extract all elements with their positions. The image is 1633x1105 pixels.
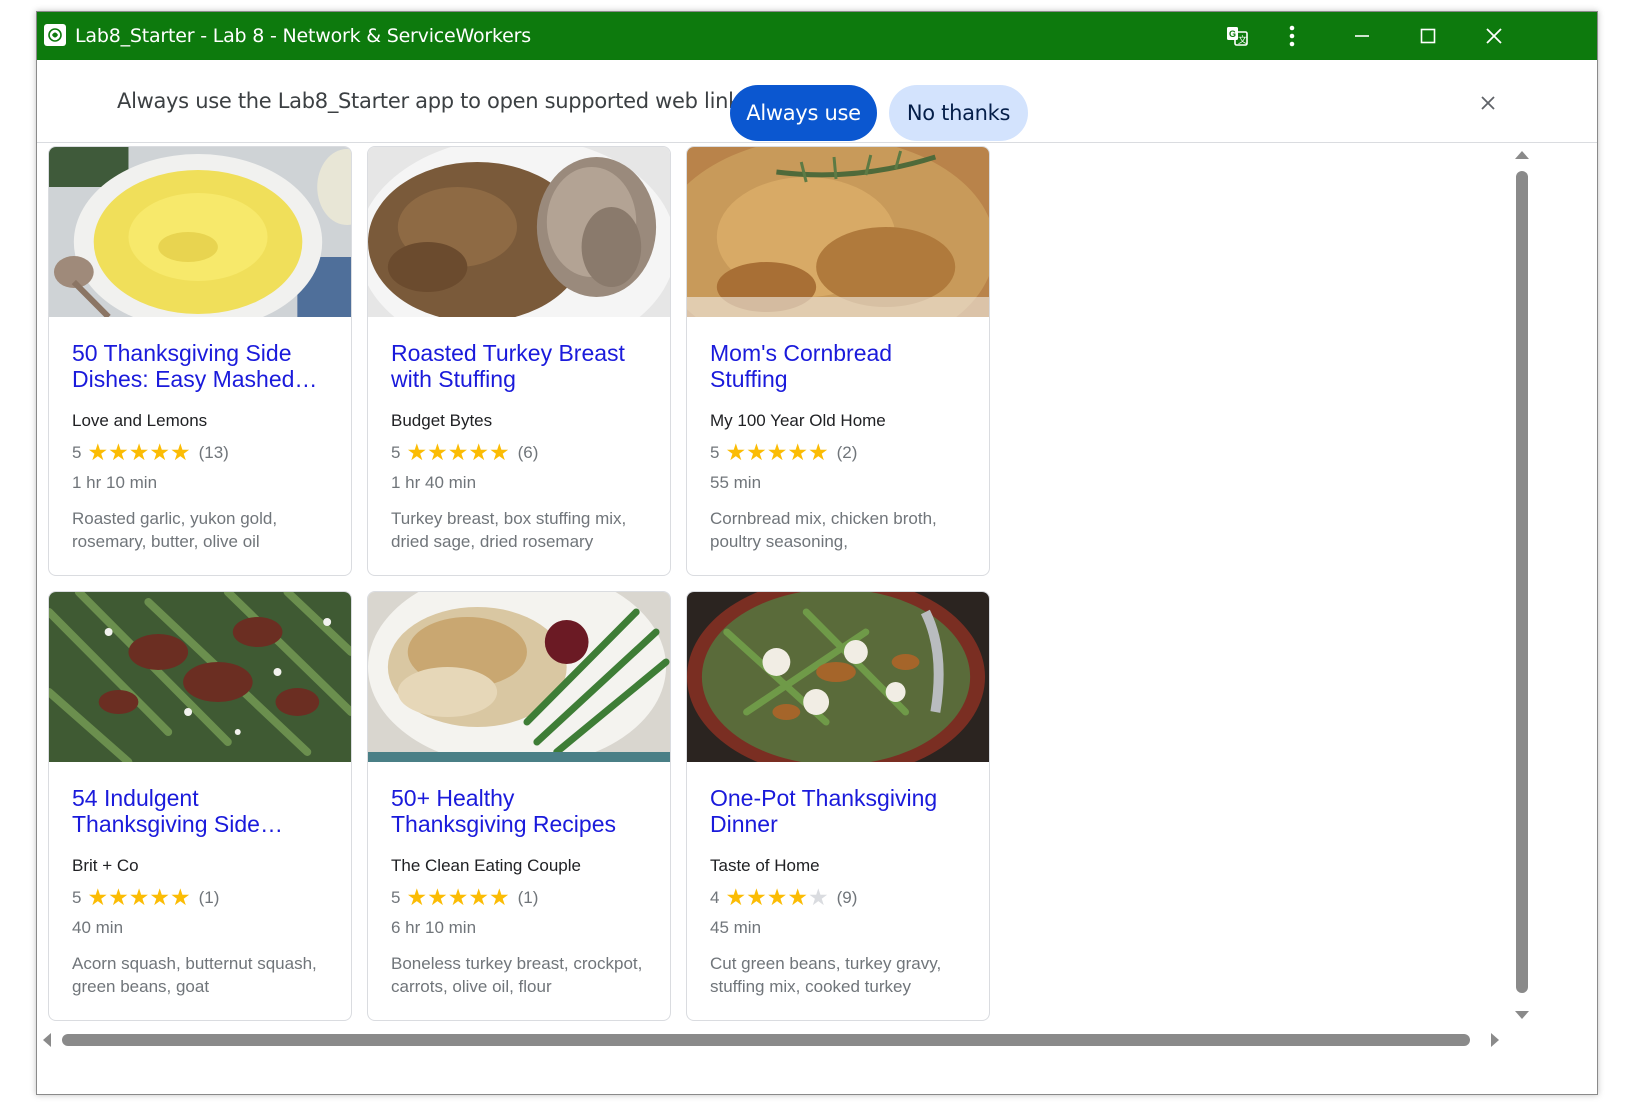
scroll-right-icon[interactable] [1491, 1033, 1499, 1047]
recipe-organization: Love and Lemons [72, 411, 208, 430]
app-icon [44, 24, 66, 46]
no-thanks-button[interactable]: No thanks [889, 85, 1028, 141]
minimize-icon[interactable] [1337, 12, 1387, 60]
recipe-time: 45 min [710, 918, 762, 937]
recipe-organization: The Clean Eating Couple [391, 856, 581, 875]
review-count: (9) [836, 888, 858, 907]
rating-score: 5 [72, 888, 82, 907]
rating-score: 5 [710, 443, 720, 462]
horizontal-scroll-thumb[interactable] [62, 1034, 1470, 1046]
window-title: Lab8_Starter - Lab 8 - Network & Service… [75, 25, 531, 47]
recipe-ingredients: Cut green beans, turkey gravy, stuffing … [710, 954, 942, 996]
recipe-card[interactable]: 50 Thanksgiving Side Dishes: Easy Mashed… [48, 146, 352, 576]
star-rating-icon: ★★★★★ [725, 885, 829, 911]
star-rating-icon: ★★★★★ [87, 440, 191, 466]
scroll-down-icon[interactable] [1515, 1011, 1529, 1019]
rating-score: 5 [391, 443, 401, 462]
recipe-rating: 5 ★★★★★ (13) [72, 441, 229, 465]
review-count: (13) [198, 443, 229, 462]
cornbread-stuffing-photo [687, 147, 989, 317]
recipe-ingredients: Acorn squash, butternut squash, green be… [72, 954, 317, 996]
star-rating-icon: ★★★★★ [406, 885, 510, 911]
open-links-infobar: Always use the Lab8_Starter app to open … [37, 60, 1597, 143]
vertical-scrollbar[interactable] [1511, 143, 1533, 1028]
review-count: (2) [836, 443, 858, 462]
recipe-time: 55 min [710, 473, 762, 492]
mashed-potatoes-photo [49, 147, 351, 317]
recipe-organization: Budget Bytes [391, 411, 493, 430]
one-pot-dinner-photo [687, 592, 989, 762]
more-vert-icon[interactable] [1272, 12, 1312, 60]
svg-text:G: G [1229, 29, 1236, 39]
recipe-ingredients: Cornbread mix, chicken broth, poultry se… [710, 509, 937, 551]
vertical-scroll-thumb[interactable] [1516, 171, 1528, 993]
recipe-ingredients: Roasted garlic, yukon gold, rosemary, bu… [72, 509, 278, 551]
recipe-organization: Taste of Home [710, 856, 820, 875]
recipe-card[interactable]: 54 Indulgent Thanksgiving Side… Brit + C… [48, 591, 352, 1021]
recipe-organization: Brit + Co [72, 856, 139, 875]
review-count: (1) [198, 888, 220, 907]
close-icon[interactable] [1469, 12, 1519, 60]
translate-icon[interactable]: G文 [1217, 12, 1257, 60]
green-beans-pecans-photo [49, 592, 351, 762]
scroll-up-icon[interactable] [1515, 151, 1529, 159]
turkey-stuffing-photo [368, 147, 670, 317]
recipe-card[interactable]: Roasted Turkey Breast with Stuffing Budg… [367, 146, 671, 576]
recipe-card[interactable]: One-Pot Thanksgiving Dinner Taste of Hom… [686, 591, 990, 1021]
recipe-organization: My 100 Year Old Home [710, 411, 886, 430]
recipe-rating: 5 ★★★★★ (6) [391, 441, 538, 465]
recipe-title[interactable]: Roasted Turkey Breast with Stuffing [391, 340, 653, 392]
recipe-ingredients: Turkey breast, box stuffing mix, dried s… [391, 509, 627, 551]
recipe-card[interactable]: Mom's Cornbread Stuffing My 100 Year Old… [686, 146, 990, 576]
maximize-icon[interactable] [1403, 12, 1453, 60]
recipe-grid: 50 Thanksgiving Side Dishes: Easy Mashed… [37, 143, 1597, 1094]
recipe-title[interactable]: 54 Indulgent Thanksgiving Side… [72, 785, 334, 837]
turkey-gravy-plate-photo [368, 592, 670, 762]
recipe-title[interactable]: 50 Thanksgiving Side Dishes: Easy Mashed… [72, 340, 334, 392]
recipe-ingredients: Boneless turkey breast, crockpot, carrot… [391, 954, 643, 996]
recipe-rating: 5 ★★★★★ (2) [710, 441, 857, 465]
star-rating-icon: ★★★★★ [406, 440, 510, 466]
review-count: (1) [517, 888, 539, 907]
recipe-rating: 5 ★★★★★ (1) [72, 886, 219, 910]
always-use-button[interactable]: Always use [730, 85, 877, 141]
recipe-time: 40 min [72, 918, 124, 937]
star-rating-icon: ★★★★★ [725, 440, 829, 466]
svg-text:文: 文 [1238, 34, 1247, 46]
review-count: (6) [517, 443, 539, 462]
recipe-title[interactable]: One-Pot Thanksgiving Dinner [710, 785, 972, 837]
recipe-time: 6 hr 10 min [391, 918, 477, 937]
star-rating-icon: ★★★★★ [87, 885, 191, 911]
rating-score: 5 [391, 888, 401, 907]
recipe-rating: 5 ★★★★★ (1) [391, 886, 538, 910]
infobar-message: Always use the Lab8_Starter app to open … [117, 89, 762, 113]
rating-score: 4 [710, 888, 720, 907]
infobar-close-icon[interactable] [1473, 88, 1503, 118]
recipe-card[interactable]: 50+ Healthy Thanksgiving Recipes The Cle… [367, 591, 671, 1021]
recipe-title[interactable]: 50+ Healthy Thanksgiving Recipes [391, 785, 653, 837]
scroll-left-icon[interactable] [43, 1033, 51, 1047]
recipe-rating: 4 ★★★★★ (9) [710, 886, 857, 910]
horizontal-scrollbar[interactable] [37, 1028, 1533, 1052]
rating-score: 5 [72, 443, 82, 462]
recipe-time: 1 hr 10 min [72, 473, 158, 492]
app-window: Lab8_Starter - Lab 8 - Network & Service… [36, 11, 1598, 1095]
title-bar: Lab8_Starter - Lab 8 - Network & Service… [37, 12, 1597, 60]
recipe-time: 1 hr 40 min [391, 473, 477, 492]
recipe-title[interactable]: Mom's Cornbread Stuffing [710, 340, 972, 392]
